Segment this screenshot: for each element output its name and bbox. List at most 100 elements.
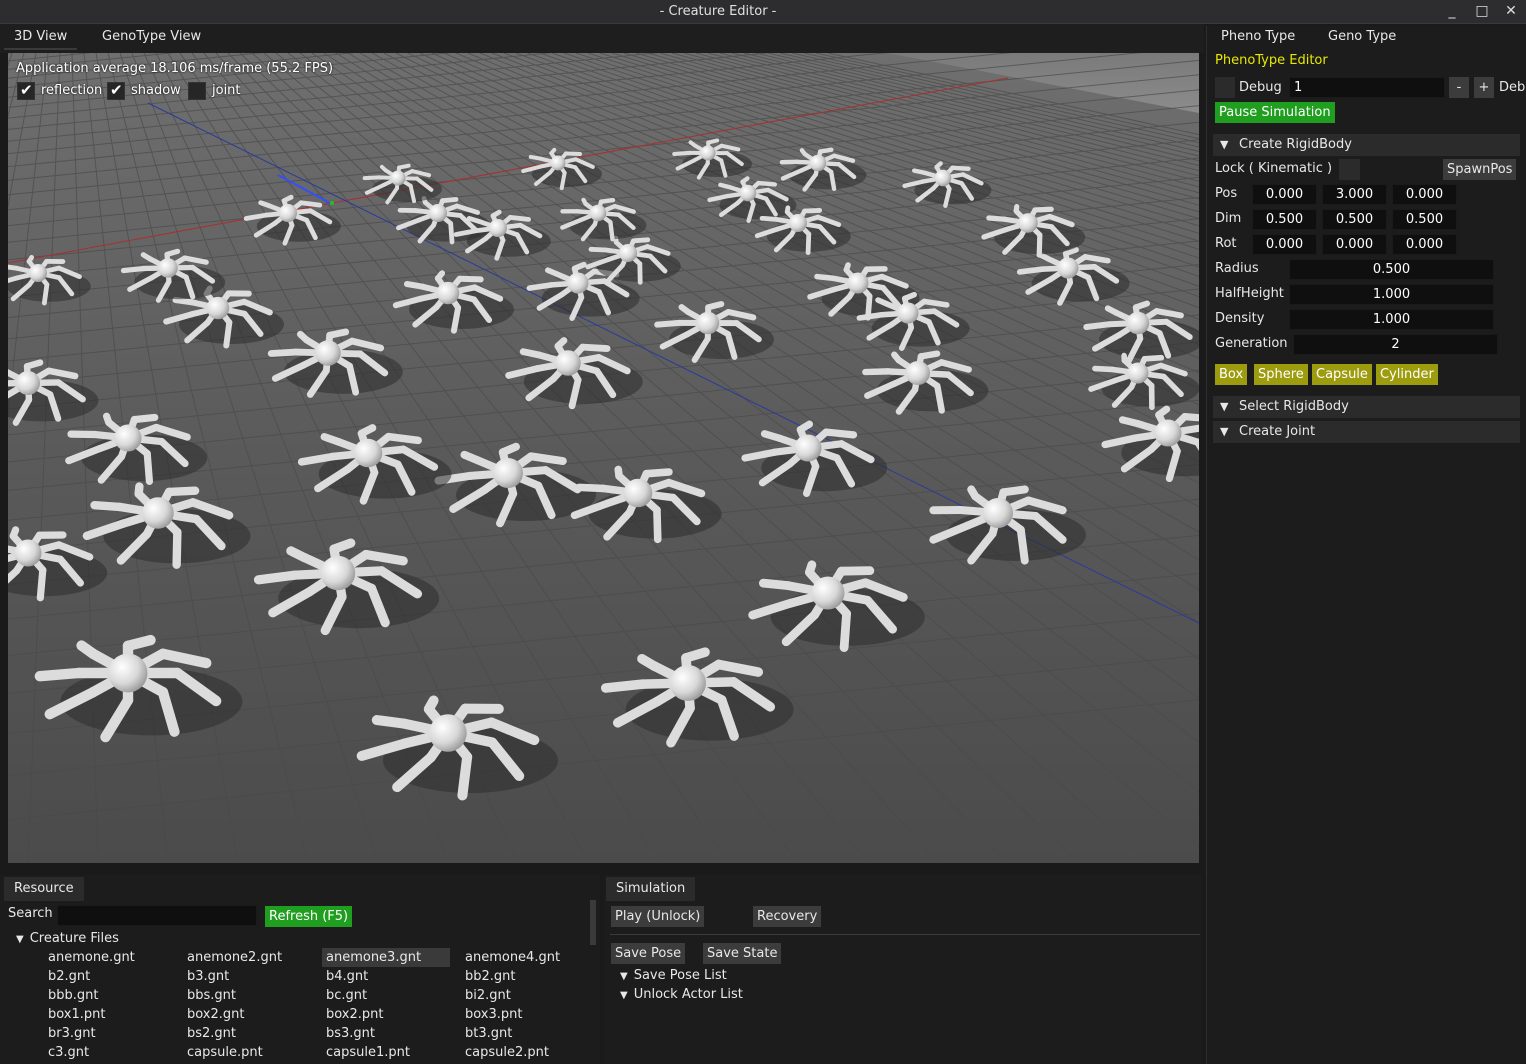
expand-arrow-icon: ▼ — [1220, 425, 1229, 438]
pos-y-field[interactable]: 3.000 — [1322, 184, 1387, 205]
debug-input[interactable]: 1 — [1289, 77, 1445, 98]
create-joint-title: Create Joint — [1239, 424, 1316, 439]
capsule-button[interactable]: Capsule — [1312, 364, 1372, 385]
debug-minus-button[interactable]: - — [1449, 77, 1469, 98]
box-button[interactable]: Box — [1215, 364, 1248, 385]
tab-geno-type[interactable]: Geno Type — [1318, 24, 1406, 50]
creature-files-folder[interactable]: ▼ Creature Files — [16, 931, 119, 946]
save-pose-list[interactable]: ▼ Save Pose List — [620, 968, 727, 983]
reflection-label: reflection — [41, 83, 103, 98]
cylinder-button[interactable]: Cylinder — [1376, 364, 1438, 385]
create-joint-header[interactable]: ▼ Create Joint — [1213, 421, 1520, 443]
file-item[interactable]: bbb.gnt — [44, 986, 164, 1005]
file-item[interactable]: anemone2.gnt — [183, 948, 303, 967]
create-rigidbody-header[interactable]: ▼ Create RigidBody — [1213, 134, 1520, 156]
play-unlock-button[interactable]: Play (Unlock) — [611, 906, 705, 927]
rot-z-field[interactable]: 0.000 — [1392, 234, 1457, 255]
window-title: - Creature Editor - — [659, 4, 777, 19]
file-item[interactable]: anemone.gnt — [44, 948, 164, 967]
file-item[interactable]: box2.pnt — [322, 1005, 450, 1024]
file-item[interactable]: b3.gnt — [183, 967, 303, 986]
file-item[interactable]: c3.gnt — [44, 1043, 164, 1062]
search-input[interactable] — [57, 905, 257, 926]
pos-z-field[interactable]: 0.000 — [1392, 184, 1457, 205]
file-item[interactable]: bs3.gnt — [322, 1024, 450, 1043]
debug-label: Debug — [1239, 80, 1282, 95]
density-label: Density — [1215, 311, 1265, 326]
radius-label: Radius — [1215, 261, 1259, 276]
radius-field[interactable]: 0.500 — [1289, 259, 1494, 280]
pos-x-field[interactable]: 0.000 — [1252, 184, 1317, 205]
joint-checkbox[interactable] — [188, 82, 206, 100]
reflection-checkbox[interactable] — [17, 81, 35, 100]
select-rigidbody-header[interactable]: ▼ Select RigidBody — [1213, 396, 1520, 418]
rot-y-field[interactable]: 0.000 — [1322, 234, 1387, 255]
file-item[interactable]: bs2.gnt — [183, 1024, 303, 1043]
simulation-panel: Simulation Play (Unlock) Recovery Save P… — [604, 875, 1202, 1064]
save-pose-button[interactable]: Save Pose — [611, 943, 686, 964]
file-item[interactable]: bbs.gnt — [183, 986, 303, 1005]
expand-arrow-icon: ▼ — [1220, 138, 1229, 151]
file-item[interactable]: anemone4.gnt — [461, 948, 581, 967]
save-state-button[interactable]: Save State — [703, 943, 782, 964]
close-icon[interactable]: ✕ — [1497, 0, 1525, 24]
refresh-button[interactable]: Refresh (F5) — [265, 906, 353, 927]
tab-pheno-type[interactable]: Pheno Type — [1211, 24, 1305, 50]
debug-checkbox[interactable] — [1215, 77, 1235, 98]
file-item[interactable]: bt3.gnt — [461, 1024, 581, 1043]
halfheight-field[interactable]: 1.000 — [1289, 284, 1494, 305]
tab-simulation[interactable]: Simulation — [606, 877, 696, 901]
file-item[interactable]: capsule2.pnt — [461, 1043, 581, 1062]
file-item[interactable]: anemone3.gnt — [322, 948, 450, 967]
debug-plus-button[interactable]: + — [1474, 77, 1494, 98]
right-tab-bar: Pheno Type Geno Type — [1207, 26, 1526, 48]
dim-y-field[interactable]: 0.500 — [1322, 209, 1387, 230]
editor-title: PhenoType Editor — [1215, 53, 1328, 68]
title-bar: - Creature Editor - _ □ ✕ — [0, 0, 1526, 24]
pos-label: Pos — [1215, 186, 1238, 201]
tab-3d-view[interactable]: 3D View — [4, 24, 78, 50]
pause-simulation-button[interactable]: Pause Simulation — [1215, 102, 1335, 123]
sphere-button[interactable]: Sphere — [1254, 364, 1308, 385]
file-item[interactable]: b4.gnt — [322, 967, 450, 986]
shadow-checkbox[interactable] — [107, 81, 125, 100]
search-label: Search — [8, 906, 53, 921]
resource-panel: Resource Search Refresh (F5) ▼ Creature F… — [0, 875, 600, 1064]
file-item[interactable]: b2.gnt — [44, 967, 164, 986]
tab-genotype-view[interactable]: GenoType View — [92, 24, 211, 50]
file-item[interactable]: bb2.gnt — [461, 967, 581, 986]
select-rigidbody-title: Select RigidBody — [1239, 399, 1349, 414]
recovery-button[interactable]: Recovery — [753, 906, 822, 927]
file-item[interactable]: box3.pnt — [461, 1005, 581, 1024]
rot-x-field[interactable]: 0.000 — [1252, 234, 1317, 255]
expand-arrow-icon: ▼ — [16, 934, 24, 945]
file-item[interactable]: box2.gnt — [183, 1005, 303, 1024]
file-item[interactable]: br3.gnt — [44, 1024, 164, 1043]
minimize-icon[interactable]: _ — [1438, 0, 1466, 24]
main-tab-bar: 3D View GenoType View — [0, 24, 1204, 53]
tab-resource[interactable]: Resource — [4, 877, 84, 901]
debug-extra-label: Deb — [1499, 80, 1526, 95]
file-item[interactable]: capsule.pnt — [183, 1043, 303, 1062]
scene-render — [8, 53, 1199, 863]
unlock-actor-list[interactable]: ▼ Unlock Actor List — [620, 987, 743, 1002]
generation-field[interactable]: 2 — [1293, 334, 1498, 355]
density-field[interactable]: 1.000 — [1289, 309, 1494, 330]
spawnpos-button[interactable]: SpawnPos — [1443, 159, 1517, 180]
divider — [610, 934, 1200, 935]
rot-label: Rot — [1215, 236, 1237, 251]
create-rigidbody-title: Create RigidBody — [1239, 137, 1352, 152]
file-item[interactable]: bc.gnt — [322, 986, 450, 1005]
maximize-icon[interactable]: □ — [1468, 0, 1496, 24]
file-item[interactable]: box1.pnt — [44, 1005, 164, 1024]
expand-arrow-icon: ▼ — [1220, 400, 1229, 413]
expand-arrow-icon: ▼ — [620, 990, 628, 1001]
dim-z-field[interactable]: 0.500 — [1392, 209, 1457, 230]
3d-viewport[interactable]: Application average 18.106 ms/frame (55.… — [8, 53, 1199, 863]
lock-kinematic-label: Lock ( Kinematic ) — [1215, 161, 1333, 176]
file-item[interactable]: capsule1.pnt — [322, 1043, 450, 1062]
lock-kinematic-checkbox[interactable] — [1339, 159, 1360, 180]
dim-x-field[interactable]: 0.500 — [1252, 209, 1317, 230]
scrollbar[interactable] — [590, 900, 596, 945]
file-item[interactable]: bi2.gnt — [461, 986, 581, 1005]
